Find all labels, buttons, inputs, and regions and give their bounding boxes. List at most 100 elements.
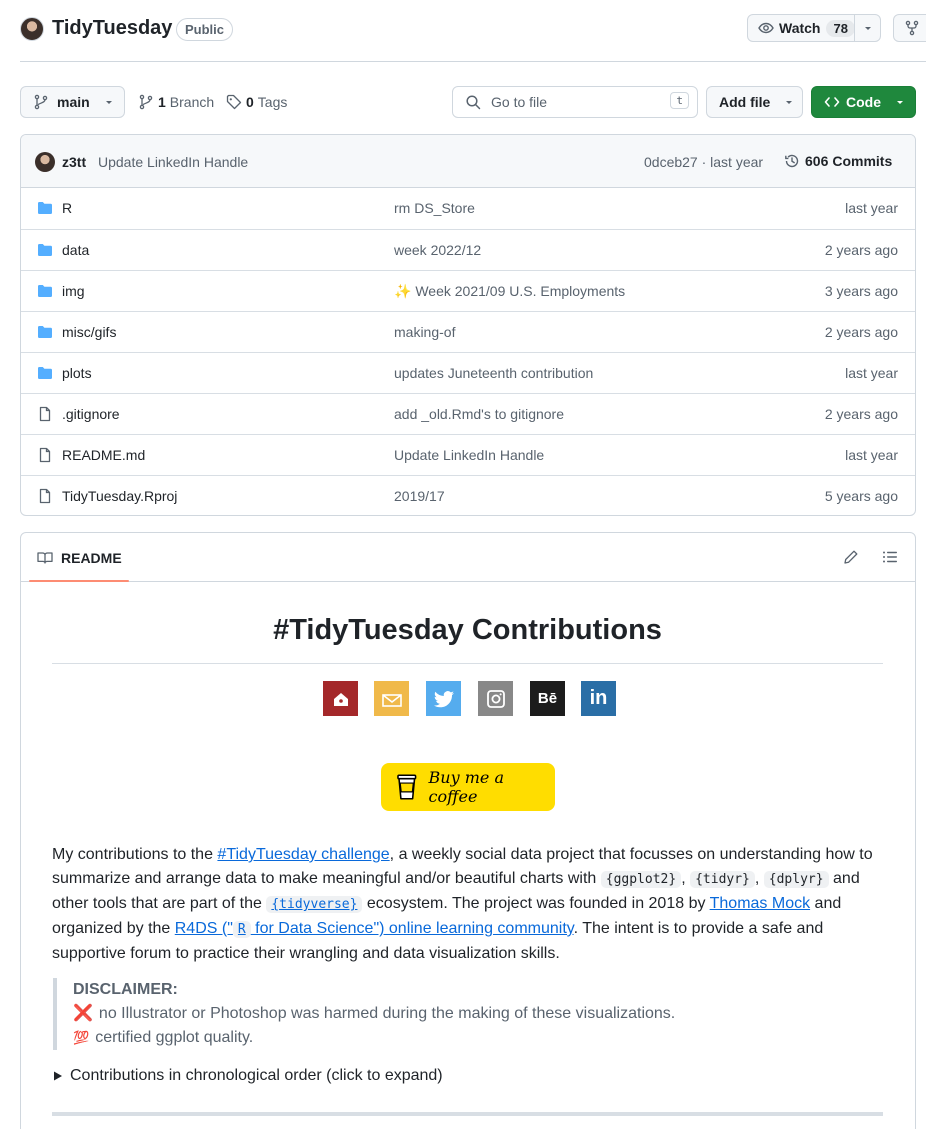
- branches-link[interactable]: 1 Branch: [138, 94, 214, 110]
- file-commit-message[interactable]: ✨ Week 2021/09 U.S. Employments: [394, 283, 625, 300]
- tag-label: Tags: [257, 94, 288, 110]
- file-row[interactable]: misc/gifs making-of 2 years ago: [21, 311, 915, 352]
- watch-count: 78: [826, 19, 855, 37]
- file-commit-message[interactable]: rm DS_Store: [394, 200, 475, 216]
- file-commit-message[interactable]: Update LinkedIn Handle: [394, 447, 544, 463]
- file-browser: z3tt Update LinkedIn Handle 0dceb27 · la…: [20, 134, 916, 516]
- file-commit-date: last year: [845, 447, 898, 463]
- disclaimer-blockquote: DISCLAIMER: ❌ no Illustrator or Photoshop…: [53, 978, 883, 1050]
- file-icon: [37, 488, 53, 504]
- file-row[interactable]: README.md Update LinkedIn Handle last year: [21, 434, 915, 475]
- file-row[interactable]: .gitignore add _old.Rmd's to gitignore 2 y…: [21, 393, 915, 434]
- edit-readme-button[interactable]: [843, 549, 859, 565]
- go-to-file-placeholder: Go to file: [491, 94, 548, 110]
- r4ds-link-end[interactable]: for Data Science") online learning commu…: [251, 920, 573, 937]
- file-row[interactable]: Rrm DS_Store last year: [21, 188, 915, 229]
- go-to-file-input[interactable]: Go to file t: [452, 86, 698, 118]
- search-icon: [466, 95, 481, 110]
- commits-label: Commits: [832, 153, 893, 169]
- file-commit-date: 5 years ago: [824, 488, 898, 504]
- dplyr-code: {dplyr}: [763, 871, 829, 888]
- file-name[interactable]: TidyTuesday.Rproj: [62, 488, 177, 504]
- file-row[interactable]: data week 2022/12 2 years ago: [21, 229, 915, 270]
- details-rule: [52, 1112, 883, 1116]
- cross-mark-icon: ❌: [73, 1005, 93, 1022]
- tidytuesday-link[interactable]: #TidyTuesday challenge: [217, 846, 389, 863]
- intro-text-4: ecosystem. The project was founded in 20…: [362, 895, 710, 912]
- tags-link[interactable]: 0 Tags: [226, 94, 287, 110]
- commit-author[interactable]: z3tt: [62, 154, 86, 170]
- file-row[interactable]: plots updates Juneteenth contribution last…: [21, 352, 915, 393]
- eye-icon: [758, 20, 774, 36]
- file-name[interactable]: plots: [62, 365, 92, 381]
- watch-label: Watch: [779, 20, 821, 36]
- disclaimer-line-1-text: no Illustrator or Photoshop was harmed d…: [98, 1005, 676, 1022]
- code-button[interactable]: Code: [811, 86, 916, 118]
- branch-count: 1: [158, 94, 166, 110]
- email-icon[interactable]: [374, 681, 409, 716]
- file-icon: [37, 447, 53, 463]
- readme-tab-label: README: [61, 550, 122, 566]
- outline-button[interactable]: [882, 549, 898, 565]
- r4ds-link-code[interactable]: R: [232, 921, 251, 938]
- disclaimer-line-2: 💯 certified ggplot quality.: [73, 1026, 883, 1050]
- disclaimer-line-1: ❌ no Illustrator or Photoshop was harmed …: [73, 1002, 883, 1026]
- commit-author-avatar[interactable]: [35, 152, 55, 172]
- contributions-details-toggle[interactable]: Contributions in chronological order (cl…: [52, 1067, 443, 1085]
- add-file-button[interactable]: Add file: [706, 86, 803, 118]
- fork-icon: [904, 20, 920, 36]
- branch-select[interactable]: main: [20, 86, 125, 118]
- visibility-badge: Public: [176, 18, 234, 41]
- commits-link[interactable]: 606 Commits: [784, 153, 892, 169]
- r4ds-link-start[interactable]: R4DS (": [175, 920, 233, 937]
- disclaimer-title: DISCLAIMER:: [73, 981, 178, 998]
- file-row[interactable]: TidyTuesday.Rproj 2019/17 5 years ago: [21, 475, 915, 515]
- commit-hash-time[interactable]: 0dceb27 · last year: [644, 154, 763, 170]
- website-icon[interactable]: [323, 681, 358, 716]
- coffee-label: Buy me a coffee: [428, 768, 504, 806]
- folder-icon: [37, 242, 53, 258]
- coffee-cup-icon: [397, 774, 417, 800]
- file-name[interactable]: R: [62, 200, 72, 216]
- file-name[interactable]: img: [62, 283, 85, 299]
- book-icon: [37, 552, 53, 564]
- tidyverse-link[interactable]: {tidyverse}: [266, 896, 363, 913]
- file-name[interactable]: README.md: [62, 447, 145, 463]
- file-commit-message[interactable]: making-of: [394, 324, 455, 340]
- disclaimer-line-2-text: certified ggplot quality.: [95, 1029, 254, 1046]
- repo-owner-avatar[interactable]: [20, 17, 44, 41]
- file-commit-message[interactable]: week 2022/12: [394, 242, 481, 258]
- hundred-points-icon: 💯: [73, 1030, 90, 1045]
- tag-count: 0: [246, 94, 254, 110]
- watch-dropdown[interactable]: [854, 15, 880, 41]
- instagram-icon[interactable]: [478, 681, 513, 716]
- linkedin-icon[interactable]: in: [581, 681, 616, 716]
- behance-icon[interactable]: Bē: [530, 681, 565, 716]
- sep-2: ,: [754, 870, 764, 887]
- history-icon: [785, 154, 799, 168]
- thomas-mock-link[interactable]: Thomas Mock: [710, 895, 810, 912]
- branch-label: Branch: [169, 94, 215, 110]
- chevron-down-icon: [105, 101, 112, 104]
- file-row[interactable]: img ✨ Week 2021/09 U.S. Employments 3 year…: [21, 270, 915, 311]
- file-commit-message[interactable]: updates Juneteenth contribution: [394, 365, 593, 381]
- file-commit-message[interactable]: 2019/17: [394, 488, 445, 504]
- commit-message[interactable]: Update LinkedIn Handle: [98, 154, 248, 170]
- file-icon: [37, 406, 53, 422]
- buy-me-a-coffee-button[interactable]: Buy me a coffee: [381, 763, 555, 811]
- file-name[interactable]: .gitignore: [62, 406, 120, 422]
- twitter-icon[interactable]: [426, 681, 461, 716]
- watch-button[interactable]: Watch 78: [747, 14, 881, 42]
- file-name[interactable]: data: [62, 242, 89, 258]
- readme-tab[interactable]: README: [37, 550, 122, 566]
- file-commit-date: 2 years ago: [824, 406, 898, 422]
- fork-button[interactable]: [893, 14, 926, 42]
- chevron-down-icon: [897, 101, 903, 104]
- latest-commit-bar: z3tt Update LinkedIn Handle 0dceb27 · la…: [21, 135, 915, 188]
- repo-name[interactable]: TidyTuesday: [52, 17, 172, 40]
- list-unordered-icon: [883, 551, 897, 563]
- file-name[interactable]: misc/gifs: [62, 324, 116, 340]
- file-commit-message[interactable]: add _old.Rmd's to gitignore: [394, 406, 564, 422]
- readme-intro: My contributions to the #TidyTuesday cha…: [52, 843, 892, 966]
- shortcut-key: t: [670, 92, 689, 109]
